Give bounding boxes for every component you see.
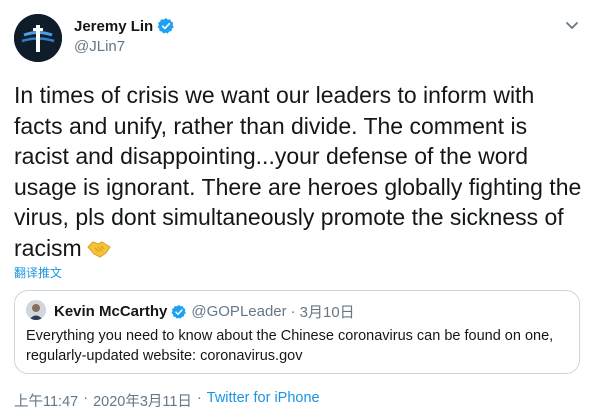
- chevron-down-icon[interactable]: [562, 18, 582, 34]
- tweet-text: In times of crisis we want our leaders t…: [14, 80, 586, 268]
- author-handle[interactable]: @JLin7: [74, 38, 125, 55]
- meta-separator: ·: [83, 390, 89, 406]
- meta-separator: ·: [196, 390, 202, 406]
- avatar[interactable]: [14, 14, 62, 62]
- author-display-name[interactable]: Jeremy Lin: [74, 18, 153, 35]
- quoted-avatar: [26, 300, 46, 320]
- verified-badge-icon: [157, 18, 174, 34]
- logo-avatar-icon: [14, 14, 62, 62]
- tweet-meta: 上午11:47 · 2020年3月11日 · Twitter for iPhon…: [14, 390, 320, 411]
- quoted-header: Kevin McCarthy @GOPLeader · 3月10日: [54, 301, 355, 322]
- quoted-text: Everything you need to know about the Ch…: [26, 328, 554, 364]
- tweet-source-link[interactable]: Twitter for iPhone: [207, 390, 320, 411]
- person-avatar-icon: [26, 300, 46, 320]
- translate-tweet-link[interactable]: 翻译推文: [14, 264, 62, 281]
- quoted-tweet[interactable]: Kevin McCarthy @GOPLeader · 3月10日 Everyt…: [14, 290, 580, 374]
- tweet-time[interactable]: 上午11:47: [14, 390, 78, 411]
- verified-badge-icon: [171, 304, 187, 319]
- handshake-emoji: [86, 236, 112, 268]
- quoted-handle: @GOPLeader: [191, 303, 287, 320]
- tweet-date[interactable]: 2020年3月11日: [93, 390, 192, 411]
- quoted-display-name: Kevin McCarthy: [54, 303, 168, 320]
- tweet-body: In times of crisis we want our leaders t…: [14, 82, 582, 261]
- quoted-date: 3月10日: [299, 304, 355, 321]
- quoted-separator: ·: [290, 303, 296, 320]
- author-name-row[interactable]: Jeremy Lin: [74, 17, 175, 35]
